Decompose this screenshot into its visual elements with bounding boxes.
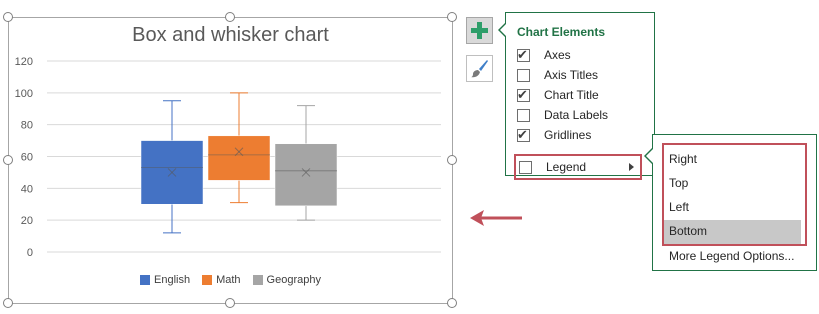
y-tick-label: 0 xyxy=(27,247,33,259)
more-legend-options[interactable]: More Legend Options... xyxy=(669,245,794,267)
y-tick-label: 20 xyxy=(21,215,33,227)
element-axis-titles[interactable]: Axis Titles xyxy=(517,65,642,85)
legend-swatch xyxy=(252,275,263,285)
legend-swatch xyxy=(140,275,150,285)
chart-title-checkbox[interactable]: ✔ xyxy=(517,87,530,102)
legend-entry[interactable]: Math xyxy=(202,274,241,286)
element-label: Axes xyxy=(544,48,571,62)
box-math xyxy=(207,135,271,181)
element-gridlines[interactable]: ✔ Gridlines xyxy=(517,125,642,145)
resize-handle-left[interactable] xyxy=(3,155,13,165)
chevron-right-icon[interactable] xyxy=(629,163,634,171)
legend-swatch xyxy=(202,275,213,285)
y-tick-label: 60 xyxy=(21,152,33,164)
gridlines-checkbox[interactable]: ✔ xyxy=(517,127,530,142)
y-tick-label: 100 xyxy=(15,88,33,100)
plus-icon xyxy=(471,22,488,39)
element-legend[interactable]: Legend xyxy=(514,154,642,180)
resize-handle-top-left[interactable] xyxy=(3,12,13,22)
chart-styles-button[interactable] xyxy=(466,55,493,82)
data-labels-checkbox[interactable] xyxy=(517,108,530,122)
resize-handle-bottom-left[interactable] xyxy=(3,298,13,308)
element-label: Legend xyxy=(546,160,587,174)
y-tick-label: 40 xyxy=(21,183,33,195)
element-label: Axis Titles xyxy=(544,68,599,82)
panel-title: Chart Elements xyxy=(517,25,606,39)
element-axes[interactable]: ✔ Axes xyxy=(517,45,642,65)
box-geography xyxy=(274,143,338,207)
element-label: Gridlines xyxy=(544,128,592,142)
resize-handle-top-right[interactable] xyxy=(447,12,457,22)
y-tick-label: 120 xyxy=(15,56,33,68)
chart-legend[interactable]: English Math Geography xyxy=(9,274,452,286)
chart-elements-button[interactable] xyxy=(466,17,493,44)
element-chart-title[interactable]: ✔ Chart Title xyxy=(517,85,642,105)
legend-option-right[interactable]: Right xyxy=(669,148,697,170)
resize-handle-bottom-right[interactable] xyxy=(447,298,457,308)
resize-handle-bottom[interactable] xyxy=(225,298,235,308)
chart-area[interactable]: Box and whisker chart 0 20 40 60 80 100 120 En… xyxy=(8,17,453,304)
element-label: Data Labels xyxy=(544,108,609,122)
chart-elements-panel: Chart Elements ✔ Axes Axis Titles ✔ Char… xyxy=(505,12,655,180)
legend-entry[interactable]: English xyxy=(140,274,190,286)
legend-option-bottom[interactable]: Bottom xyxy=(669,220,707,242)
legend-checkbox[interactable] xyxy=(519,160,532,174)
y-tick-label: 80 xyxy=(21,120,33,132)
arrow-left-icon xyxy=(470,210,522,226)
legend-label: Math xyxy=(216,274,241,286)
resize-handle-top[interactable] xyxy=(225,12,235,22)
legend-label: English xyxy=(154,274,191,286)
axes-checkbox[interactable]: ✔ xyxy=(517,47,530,62)
legend-option-left[interactable]: Left xyxy=(669,196,689,218)
legend-label: Geography xyxy=(266,274,321,286)
axis-titles-checkbox[interactable] xyxy=(517,68,530,82)
element-label: Chart Title xyxy=(544,88,599,102)
legend-option-top[interactable]: Top xyxy=(669,172,688,194)
plot-area: 0 20 40 60 80 100 120 xyxy=(15,56,441,259)
paintbrush-icon xyxy=(471,60,488,78)
legend-entry[interactable]: Geography xyxy=(252,274,321,286)
element-data-labels[interactable]: Data Labels xyxy=(517,105,642,125)
resize-handle-right[interactable] xyxy=(447,155,457,165)
legend-submenu: Right Top Left Bottom More Legend Option… xyxy=(652,134,817,271)
